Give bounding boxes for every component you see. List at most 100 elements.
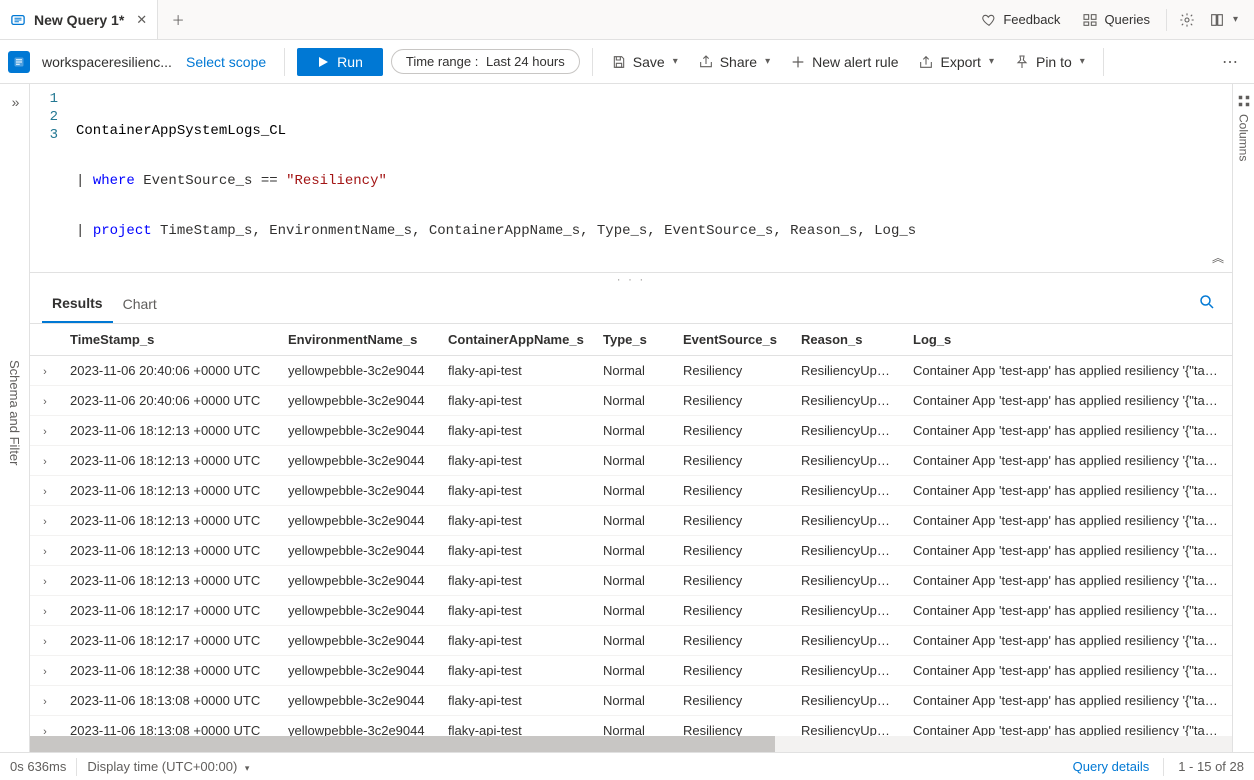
- table-row[interactable]: ›2023-11-06 18:12:13 +0000 UTCyellowpebb…: [30, 476, 1232, 506]
- table-row[interactable]: ›2023-11-06 18:12:13 +0000 UTCyellowpebb…: [30, 536, 1232, 566]
- cell-type: Normal: [593, 416, 673, 446]
- expand-row-icon[interactable]: ›: [43, 546, 47, 558]
- expand-row-icon[interactable]: ›: [43, 366, 47, 378]
- export-button[interactable]: Export ▾: [912, 50, 1000, 74]
- cell-type: Normal: [593, 716, 673, 737]
- chevron-down-icon: ▾: [1233, 14, 1238, 25]
- column-header[interactable]: TimeStamp_s: [60, 324, 278, 356]
- cell-log: Container App 'test-app' has applied res…: [903, 656, 1232, 686]
- workspace-name[interactable]: workspaceresilienc...: [42, 54, 172, 70]
- execution-time: 0s 636ms: [10, 759, 66, 774]
- cell-log: Container App 'test-app' has applied res…: [903, 356, 1232, 386]
- column-header[interactable]: ContainerAppName_s: [438, 324, 593, 356]
- cell-environment: yellowpebble-3c2e9044: [278, 566, 438, 596]
- expand-row-icon[interactable]: ›: [43, 726, 47, 736]
- divider: [284, 48, 285, 76]
- display-time-selector[interactable]: Display time (UTC+00:00) ▾: [87, 759, 249, 774]
- tab-results[interactable]: Results: [42, 284, 113, 323]
- tab-bar: New Query 1* ✕ ＋ Feedback Queries ▾: [0, 0, 1254, 40]
- columns-panel-collapsed[interactable]: Columns: [1232, 84, 1254, 752]
- table-row[interactable]: ›2023-11-06 18:12:17 +0000 UTCyellowpebb…: [30, 626, 1232, 656]
- cell-appname: flaky-api-test: [438, 386, 593, 416]
- horizontal-scrollbar[interactable]: [30, 736, 1232, 752]
- close-tab-icon[interactable]: ✕: [136, 12, 147, 28]
- search-results-button[interactable]: [1198, 293, 1216, 314]
- expand-row-icon[interactable]: ›: [43, 666, 47, 678]
- table-row[interactable]: ›2023-11-06 20:40:06 +0000 UTCyellowpebb…: [30, 386, 1232, 416]
- column-header[interactable]: Reason_s: [791, 324, 903, 356]
- column-header[interactable]: EnvironmentName_s: [278, 324, 438, 356]
- schema-panel-label[interactable]: Schema and Filter: [7, 360, 22, 466]
- cell-reason: ResiliencyUpdate: [791, 596, 903, 626]
- cell-environment: yellowpebble-3c2e9044: [278, 416, 438, 446]
- cell-type: Normal: [593, 686, 673, 716]
- cell-timestamp: 2023-11-06 18:12:17 +0000 UTC: [60, 626, 278, 656]
- cell-eventsource: Resiliency: [673, 656, 791, 686]
- queries-button[interactable]: Queries: [1072, 6, 1160, 34]
- table-row[interactable]: ›2023-11-06 18:12:13 +0000 UTCyellowpebb…: [30, 566, 1232, 596]
- settings-button[interactable]: [1173, 6, 1201, 34]
- divider: [592, 48, 593, 76]
- new-tab-button[interactable]: ＋: [158, 10, 198, 29]
- docs-button[interactable]: ▾: [1203, 6, 1244, 34]
- expand-row-icon[interactable]: ›: [43, 456, 47, 468]
- collapse-editor-icon[interactable]: ︽: [1212, 249, 1222, 266]
- new-alert-rule-button[interactable]: New alert rule: [784, 50, 904, 74]
- column-header[interactable]: Log_s: [903, 324, 1232, 356]
- expand-row-icon[interactable]: ›: [43, 696, 47, 708]
- code-token: ContainerAppSystemLogs_CL: [76, 123, 286, 139]
- status-bar: 0s 636ms Display time (UTC+00:00) ▾ Quer…: [0, 752, 1254, 780]
- expand-row-icon[interactable]: ›: [43, 486, 47, 498]
- expand-row-icon[interactable]: ›: [43, 396, 47, 408]
- expand-row-icon[interactable]: ›: [43, 576, 47, 588]
- cell-reason: ResiliencyUpdate: [791, 536, 903, 566]
- content-area: 1 2 3 ContainerAppSystemLogs_CL | where …: [30, 84, 1232, 752]
- table-row[interactable]: ›2023-11-06 18:13:08 +0000 UTCyellowpebb…: [30, 716, 1232, 737]
- cell-reason: ResiliencyUpdate: [791, 356, 903, 386]
- expand-row-icon[interactable]: ›: [43, 606, 47, 618]
- cell-eventsource: Resiliency: [673, 476, 791, 506]
- editor-code[interactable]: ContainerAppSystemLogs_CL | where EventS…: [66, 84, 916, 272]
- cell-log: Container App 'test-app' has applied res…: [903, 686, 1232, 716]
- table-row[interactable]: ›2023-11-06 20:40:06 +0000 UTCyellowpebb…: [30, 356, 1232, 386]
- gear-icon: [1179, 12, 1195, 28]
- cell-type: Normal: [593, 536, 673, 566]
- query-tab[interactable]: New Query 1* ✕: [0, 0, 158, 39]
- query-details-link[interactable]: Query details: [1073, 759, 1150, 774]
- code-token: |: [76, 173, 93, 189]
- query-editor[interactable]: 1 2 3 ContainerAppSystemLogs_CL | where …: [30, 84, 1232, 272]
- chevron-down-icon: ▾: [989, 56, 994, 67]
- expand-panel-icon[interactable]: »: [12, 94, 18, 110]
- line-number: 3: [30, 126, 58, 144]
- expand-row-icon[interactable]: ›: [43, 516, 47, 528]
- results-table-scroll[interactable]: TimeStamp_s EnvironmentName_s ContainerA…: [30, 324, 1232, 736]
- table-row[interactable]: ›2023-11-06 18:12:17 +0000 UTCyellowpebb…: [30, 596, 1232, 626]
- tab-chart[interactable]: Chart: [113, 284, 167, 323]
- column-header[interactable]: EventSource_s: [673, 324, 791, 356]
- cell-timestamp: 2023-11-06 18:12:13 +0000 UTC: [60, 476, 278, 506]
- select-scope-link[interactable]: Select scope: [180, 54, 272, 70]
- divider: [76, 758, 77, 776]
- expand-row-icon[interactable]: ›: [43, 426, 47, 438]
- pin-to-button[interactable]: Pin to ▾: [1008, 50, 1091, 74]
- cell-eventsource: Resiliency: [673, 626, 791, 656]
- cell-timestamp: 2023-11-06 18:13:08 +0000 UTC: [60, 686, 278, 716]
- expand-row-icon[interactable]: ›: [43, 636, 47, 648]
- cell-eventsource: Resiliency: [673, 446, 791, 476]
- more-actions-button[interactable]: ⋯: [1222, 52, 1238, 72]
- divider: [1163, 758, 1164, 776]
- time-range-selector[interactable]: Time range : Last 24 hours: [391, 49, 580, 74]
- feedback-button[interactable]: Feedback: [971, 6, 1070, 34]
- column-header[interactable]: Type_s: [593, 324, 673, 356]
- save-button[interactable]: Save ▾: [605, 50, 684, 74]
- table-row[interactable]: ›2023-11-06 18:12:13 +0000 UTCyellowpebb…: [30, 446, 1232, 476]
- scrollbar-thumb[interactable]: [30, 736, 775, 752]
- split-handle[interactable]: · · ·: [30, 272, 1232, 284]
- table-row[interactable]: ›2023-11-06 18:12:38 +0000 UTCyellowpebb…: [30, 656, 1232, 686]
- table-row[interactable]: › 2023-11-06 18:12:13 +0000 UTCyellowpebb…: [30, 416, 1232, 446]
- run-button[interactable]: Run: [297, 48, 383, 76]
- share-button[interactable]: Share ▾: [692, 50, 776, 74]
- table-row[interactable]: ›2023-11-06 18:12:13 +0000 UTCyellowpebb…: [30, 506, 1232, 536]
- cell-timestamp: 2023-11-06 18:12:13 +0000 UTC: [60, 416, 278, 446]
- table-row[interactable]: ›2023-11-06 18:13:08 +0000 UTCyellowpebb…: [30, 686, 1232, 716]
